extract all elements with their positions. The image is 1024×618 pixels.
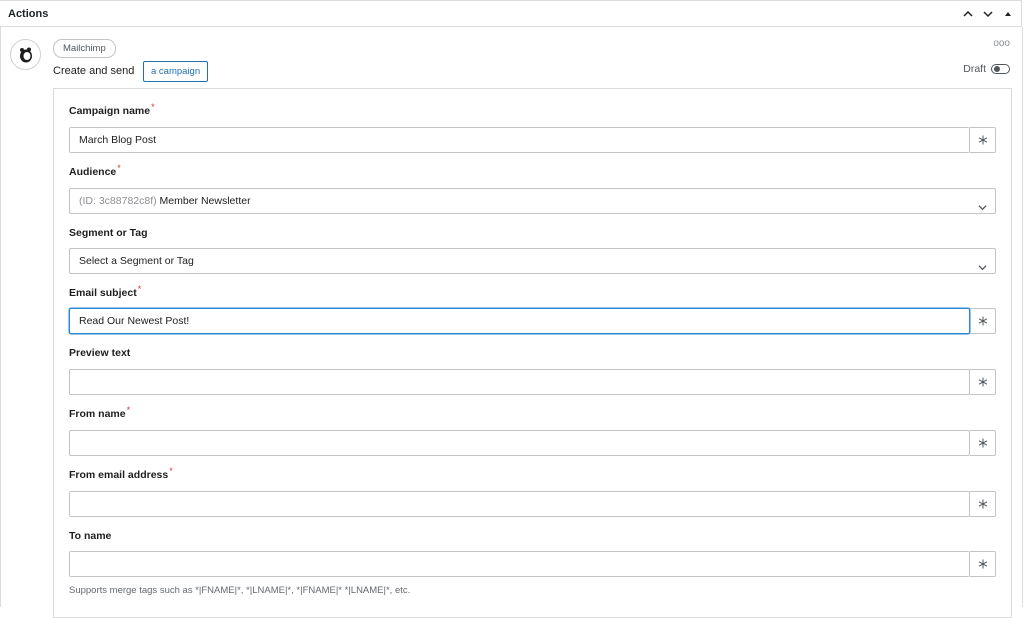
segment-value: Select a Segment or Tag bbox=[79, 255, 194, 267]
triangle-up-icon[interactable] bbox=[1001, 7, 1015, 21]
preview-text-label-text: Preview text bbox=[69, 347, 131, 359]
audience-label: Audience* bbox=[69, 163, 121, 178]
asterisk-icon[interactable] bbox=[970, 551, 996, 577]
segment-label-text: Segment or Tag bbox=[69, 227, 148, 239]
draft-toggle-group: Draft bbox=[963, 63, 1010, 75]
draft-label: Draft bbox=[963, 63, 986, 75]
header-controls bbox=[961, 7, 1015, 21]
asterisk-icon[interactable] bbox=[970, 491, 996, 517]
audience-value: Member Newsletter bbox=[159, 195, 251, 207]
asterisk-icon[interactable] bbox=[970, 308, 996, 334]
fields-panel bbox=[53, 88, 1012, 618]
asterisk-icon[interactable] bbox=[970, 127, 996, 153]
merge-tags-help: Supports merge tags such as *|FNAME|*, *… bbox=[69, 585, 411, 596]
email-subject-input[interactable]: Read Our Newest Post! bbox=[69, 308, 970, 334]
chevron-down-icon bbox=[978, 197, 987, 221]
segment-label: Segment or Tag bbox=[69, 227, 148, 239]
from-email-label: From email address* bbox=[69, 466, 173, 481]
chevron-up-icon[interactable] bbox=[961, 7, 975, 21]
actions-header: Actions bbox=[0, 0, 1022, 27]
app-pill: Mailchimp bbox=[53, 39, 116, 58]
from-email-input[interactable] bbox=[69, 491, 970, 517]
preview-text-input[interactable] bbox=[69, 369, 970, 395]
required-marker: * bbox=[169, 466, 173, 476]
asterisk-icon[interactable] bbox=[970, 430, 996, 456]
from-name-label: From name* bbox=[69, 405, 131, 420]
audience-label-text: Audience bbox=[69, 166, 117, 178]
action-headline: Create and send bbox=[53, 65, 135, 77]
segment-select[interactable]: Select a Segment or Tag bbox=[69, 248, 996, 274]
required-marker: * bbox=[151, 102, 155, 112]
chevron-down-icon[interactable] bbox=[981, 7, 995, 21]
asterisk-icon[interactable] bbox=[970, 369, 996, 395]
campaign-name-input[interactable]: March Blog Post bbox=[69, 127, 970, 153]
required-marker: * bbox=[117, 163, 121, 173]
more-options-icon[interactable]: ooo bbox=[993, 38, 1010, 49]
preview-text-label: Preview text bbox=[69, 347, 130, 359]
campaign-name-label-text: Campaign name bbox=[69, 105, 151, 117]
right-border bbox=[1022, 27, 1023, 607]
required-marker: * bbox=[137, 284, 142, 294]
audience-id: (ID: 3c88782c8f) bbox=[79, 195, 157, 207]
from-email-label-text: From email address bbox=[69, 469, 169, 481]
to-name-input[interactable] bbox=[69, 551, 970, 577]
campaign-name-label: Campaign name* bbox=[69, 102, 155, 117]
draft-toggle[interactable] bbox=[991, 64, 1010, 74]
mailchimp-logo-icon bbox=[10, 39, 41, 70]
chevron-down-icon bbox=[978, 257, 987, 281]
to-name-label-text: To name bbox=[69, 530, 112, 542]
action-type-button[interactable]: a campaign bbox=[143, 61, 209, 82]
audience-select[interactable]: (ID: 3c88782c8f) Member Newsletter bbox=[69, 188, 996, 214]
to-name-label: To name bbox=[69, 530, 111, 542]
email-subject-label: Email subject* bbox=[69, 284, 142, 299]
from-name-input[interactable] bbox=[69, 430, 970, 456]
required-marker: * bbox=[126, 405, 131, 415]
left-border bbox=[0, 27, 1, 607]
from-name-label-text: From name bbox=[69, 408, 126, 420]
email-subject-label-text: Email subject bbox=[69, 287, 137, 299]
actions-title: Actions bbox=[8, 8, 49, 20]
